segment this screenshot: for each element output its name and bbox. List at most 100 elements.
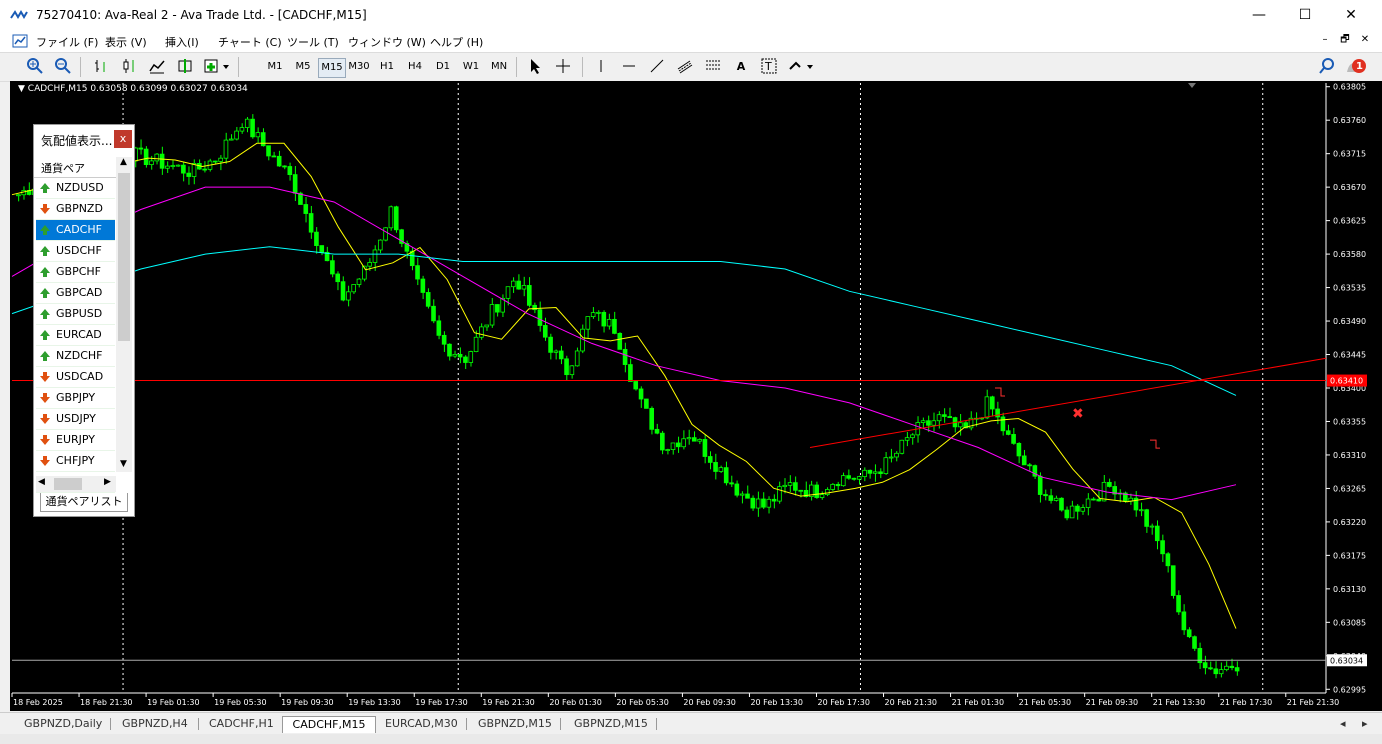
symbol-row-eurjpy[interactable]: EURJPY <box>36 430 115 451</box>
svg-text:T: T <box>764 60 772 73</box>
timeframe-m5[interactable]: M5 <box>290 58 316 76</box>
zoom-out-button[interactable] <box>52 57 74 77</box>
candle-body <box>186 172 192 177</box>
scroll-down-icon[interactable]: ▼ <box>120 459 127 469</box>
scrollbar-thumb[interactable] <box>118 173 130 341</box>
symbol-row-usdjpy[interactable]: USDJPY <box>36 409 115 430</box>
tab-scroll-left-icon[interactable]: ◂ <box>1340 716 1346 732</box>
vertical-line-tool-button[interactable] <box>590 57 612 77</box>
timeframe-m1[interactable]: M1 <box>262 58 288 76</box>
zoom-in-button[interactable] <box>24 57 46 77</box>
chart-tab[interactable]: GBPNZD,Daily <box>24 716 102 732</box>
candle-body <box>840 475 846 487</box>
time-tick-label: 19 Feb 21:30 <box>482 698 534 707</box>
candle-body <box>947 416 953 418</box>
notifications-button[interactable]: 1 <box>1344 57 1370 77</box>
symbol-row-cadchf[interactable]: CADCHF <box>36 220 115 241</box>
timeframe-mn[interactable]: MN <box>486 58 512 76</box>
symbol-row-gbpjpy[interactable]: GBPJPY <box>36 388 115 409</box>
symbol-row-chfjpy[interactable]: CHFJPY <box>36 451 115 472</box>
menu-window[interactable]: ウィンドウ (W) <box>348 34 426 50</box>
equidistant-channel-button[interactable] <box>674 57 696 77</box>
chart-tab[interactable]: EURCAD,M30 <box>385 716 458 732</box>
candle-body <box>346 291 351 301</box>
chart-tab-active[interactable]: CADCHF,M15 <box>282 716 376 733</box>
new-window-button[interactable] <box>202 57 232 77</box>
horizontal-scrollbar[interactable]: ◀ ▶ <box>36 476 116 492</box>
candle-body <box>239 127 245 132</box>
chart-tab[interactable]: GBPNZD,M15 <box>574 716 648 732</box>
tab-scroll-right-icon[interactable]: ▸ <box>1362 716 1368 732</box>
vertical-scrollbar[interactable]: ▲ ▼ <box>116 157 132 472</box>
scroll-right-icon[interactable]: ▶ <box>104 477 111 487</box>
symbol-row-gbpusd[interactable]: GBPUSD <box>36 304 115 325</box>
line-chart-button[interactable] <box>146 57 168 77</box>
symbol-row-eurcad[interactable]: EURCAD <box>36 325 115 346</box>
fibonacci-tool-button[interactable] <box>702 57 724 77</box>
candle-body <box>846 475 851 479</box>
bar-chart-button[interactable] <box>90 57 112 77</box>
symbol-row-gbpcad[interactable]: GBPCAD <box>36 283 115 304</box>
zoom-out-icon <box>55 58 71 74</box>
symbol-row-nzdchf[interactable]: NZDCHF <box>36 346 115 367</box>
timeframe-m15[interactable]: M15 <box>318 58 346 78</box>
candle-body <box>777 486 782 502</box>
symbol-row-gbpchf[interactable]: GBPCHF <box>36 262 115 283</box>
candle-body <box>1037 475 1043 495</box>
price-tick-label: 0.63310 <box>1333 451 1366 460</box>
timeframe-h4[interactable]: H4 <box>402 58 428 76</box>
arrows-tool-button[interactable] <box>786 57 816 77</box>
scrollbar-thumb[interactable] <box>54 478 82 490</box>
crosshair-tool-button[interactable] <box>552 57 574 77</box>
candle-body <box>1048 495 1054 501</box>
candle-body <box>894 452 899 458</box>
symbol-row-usdchf[interactable]: USDCHF <box>36 241 115 262</box>
text-tool-button[interactable]: A <box>730 57 752 77</box>
menu-tools[interactable]: ツール (T) <box>287 34 339 50</box>
chart-window-icon[interactable] <box>12 33 28 49</box>
timeframe-m30[interactable]: M30 <box>346 58 372 76</box>
search-button[interactable] <box>1316 57 1338 77</box>
horizontal-line-tool-button[interactable] <box>618 57 640 77</box>
mdi-minimize-button[interactable]: – <box>1318 33 1332 47</box>
timeframe-w1[interactable]: W1 <box>458 58 484 76</box>
chart-tab[interactable]: GBPNZD,H4 <box>122 716 188 732</box>
candle-body <box>516 280 521 290</box>
symbols-tab[interactable]: 通貨ペアリスト <box>40 493 128 512</box>
market-watch-panel: 気配値表示... x 通貨ペア NZDUSD GBPNZD CADCHF USDCHF… <box>33 124 135 517</box>
chart-tab[interactable]: CADCHF,H1 <box>209 716 274 732</box>
candle-body <box>228 138 234 141</box>
symbol-name: USDJPY <box>56 412 96 425</box>
chart-menu-triangle-icon[interactable]: ▼ <box>18 84 28 94</box>
menu-insert[interactable]: 挿入(I) <box>165 34 199 50</box>
symbol-column-header[interactable]: 通貨ペア <box>34 157 116 178</box>
mdi-close-button[interactable]: ✕ <box>1358 33 1372 47</box>
cursor-tool-button[interactable] <box>524 57 546 77</box>
chart-window[interactable]: 0.63805 0.63760 0.63715 0.63670 0.63625 0.635… <box>10 81 1382 711</box>
trendline-tool-button[interactable] <box>646 57 668 77</box>
chart-tabs-bar: GBPNZD,Daily GBPNZD,H4 CADCHF,H1 CADCHF,… <box>0 712 1382 735</box>
timeframe-d1[interactable]: D1 <box>430 58 456 76</box>
symbol-row-nzdusd[interactable]: NZDUSD <box>36 178 115 199</box>
menu-file[interactable]: ファイル (F) <box>36 34 98 50</box>
menu-view[interactable]: 表示 (V) <box>105 34 147 50</box>
chart-shift-button[interactable] <box>174 57 196 77</box>
timeframe-h1[interactable]: H1 <box>374 58 400 76</box>
market-watch-close-button[interactable]: x <box>114 130 132 148</box>
close-button[interactable]: ✕ <box>1328 0 1374 30</box>
price-chart[interactable]: 0.63805 0.63760 0.63715 0.63670 0.63625 0.635… <box>10 81 1382 711</box>
trendline-icon <box>650 59 664 73</box>
symbol-row-usdcad[interactable]: USDCAD <box>36 367 115 388</box>
menu-help[interactable]: ヘルプ (H) <box>430 34 483 50</box>
scroll-left-icon[interactable]: ◀ <box>38 477 45 487</box>
maximize-button[interactable]: ☐ <box>1282 0 1328 30</box>
menu-chart[interactable]: チャート (C) <box>218 34 282 50</box>
text-label-tool-button[interactable]: T <box>758 57 780 77</box>
candle-body <box>910 434 915 439</box>
scroll-up-icon[interactable]: ▲ <box>120 157 127 167</box>
chart-tab[interactable]: GBPNZD,M15 <box>478 716 552 732</box>
candlestick-chart-button[interactable] <box>118 57 140 77</box>
minimize-button[interactable]: — <box>1236 0 1282 30</box>
symbol-row-gbpnzd[interactable]: GBPNZD <box>36 199 115 220</box>
mdi-restore-button[interactable]: 🗗 <box>1338 33 1352 47</box>
